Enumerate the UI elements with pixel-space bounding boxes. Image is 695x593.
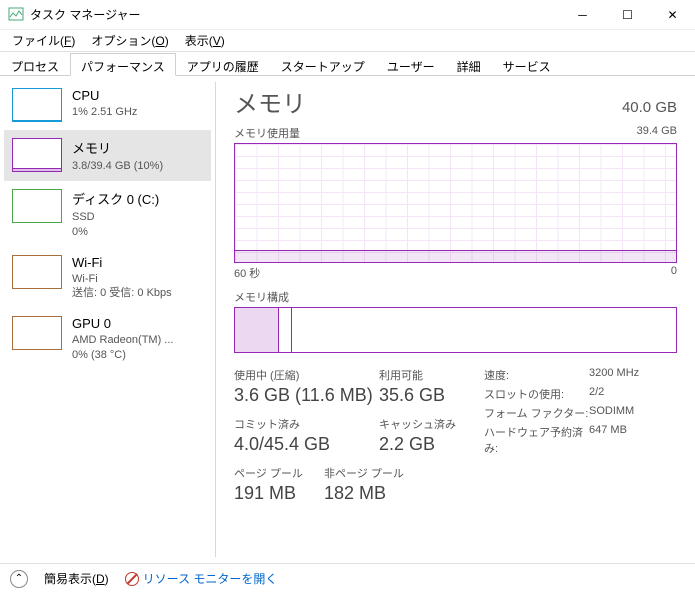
nonpaged-label: 非ページ プール [324, 465, 424, 481]
minimize-button[interactable]: ─ [560, 0, 605, 30]
mem-thumb [12, 138, 62, 172]
hw-v: 647 MB [589, 424, 627, 456]
sidebar-item-disk[interactable]: ディスク 0 (C:) SSD0% [4, 181, 211, 247]
detail-capacity: 40.0 GB [622, 99, 677, 116]
close-button[interactable]: ✕ [650, 0, 695, 30]
axis-right: 0 [671, 265, 677, 281]
title-bar: タスク マネージャー ─ ☐ ✕ [0, 0, 695, 30]
usage-max: 39.4 GB [637, 125, 677, 141]
hw-stats: 速度:3200 MHz スロットの使用:2/2 フォーム ファクター:SODIM… [484, 367, 639, 514]
prohibit-icon [125, 572, 139, 586]
tab-users[interactable]: ユーザー [376, 53, 446, 76]
detail-pane: メモリ 40.0 GB メモリ使用量 39.4 GB 60 秒 0 メモリ構成 使用… [216, 76, 695, 563]
sidebar-item-wifi[interactable]: Wi-FiWi-Fi送信: 0 受信: 0 Kbps [4, 247, 211, 309]
detail-title: メモリ [234, 84, 306, 119]
menu-view[interactable]: 表示(V) [177, 30, 233, 51]
disk-sub1: SSD [72, 210, 159, 224]
sidebar-item-memory[interactable]: メモリ 3.8/39.4 GB (10%) [4, 130, 211, 181]
disk-title: ディスク 0 (C:) [72, 189, 159, 208]
cpu-title: CPU [72, 88, 137, 103]
chevron-up-icon[interactable]: ⌃ [10, 570, 28, 588]
resource-monitor-link[interactable]: リソース モニターを開く [125, 570, 278, 587]
menu-options[interactable]: オプション(O) [83, 30, 176, 51]
wifi-sub1: Wi-Fi [72, 272, 172, 286]
footer: ⌃ 簡易表示(D) リソース モニターを開く [0, 563, 695, 593]
wifi-thumb [12, 255, 62, 289]
speed-k: 速度: [484, 367, 589, 383]
speed-v: 3200 MHz [589, 367, 639, 383]
tab-details[interactable]: 詳細 [446, 53, 492, 76]
inuse-label: 使用中 (圧縮) [234, 367, 379, 383]
gpu-thumb [12, 316, 62, 350]
usage-label: メモリ使用量 [234, 125, 300, 141]
commit-label: コミット済み [234, 416, 379, 432]
nonpaged-value: 182 MB [324, 483, 424, 504]
window-title: タスク マネージャー [30, 6, 560, 23]
memory-composition-graph [234, 307, 677, 353]
hw-k: ハードウェア予約済み: [484, 424, 589, 456]
cpu-thumb [12, 88, 62, 122]
disk-thumb [12, 189, 62, 223]
avail-value: 35.6 GB [379, 385, 479, 406]
gpu-sub1: AMD Radeon(TM) ... [72, 333, 173, 347]
tab-performance[interactable]: パフォーマンス [70, 53, 176, 76]
commit-value: 4.0/45.4 GB [234, 434, 379, 455]
cpu-sub: 1% 2.51 GHz [72, 105, 137, 119]
tab-services[interactable]: サービス [492, 53, 562, 76]
tab-processes[interactable]: プロセス [0, 53, 70, 76]
gpu-title: GPU 0 [72, 316, 173, 331]
sidebar-item-gpu[interactable]: GPU 0 AMD Radeon(TM) ...0% (38 °C) [4, 308, 211, 370]
avail-label: 利用可能 [379, 367, 479, 383]
paged-label: ページ プール [234, 465, 324, 481]
menu-bar: ファイル(F) オプション(O) 表示(V) [0, 30, 695, 52]
tab-startup[interactable]: スタートアップ [270, 53, 376, 76]
inuse-value: 3.6 GB (11.6 MB) [234, 385, 379, 406]
memory-usage-graph [234, 143, 677, 263]
mem-sub: 3.8/39.4 GB (10%) [72, 159, 163, 173]
tab-apphistory[interactable]: アプリの履歴 [176, 53, 270, 76]
cache-value: 2.2 GB [379, 434, 479, 455]
wifi-title: Wi-Fi [72, 255, 172, 270]
composition-label: メモリ構成 [234, 289, 289, 305]
app-icon [8, 7, 24, 23]
fewer-details-link[interactable]: 簡易表示(D) [44, 570, 109, 587]
paged-value: 191 MB [234, 483, 324, 504]
form-k: フォーム ファクター: [484, 405, 589, 421]
wifi-sub2: 送信: 0 受信: 0 Kbps [72, 286, 172, 300]
gpu-sub2: 0% (38 °C) [72, 348, 173, 362]
sidebar-item-cpu[interactable]: CPU 1% 2.51 GHz [4, 80, 211, 130]
slots-v: 2/2 [589, 386, 604, 402]
maximize-button[interactable]: ☐ [605, 0, 650, 30]
cache-label: キャッシュ済み [379, 416, 479, 432]
disk-sub2: 0% [72, 225, 159, 239]
sidebar: CPU 1% 2.51 GHz メモリ 3.8/39.4 GB (10%) ディスク… [0, 76, 215, 563]
mem-title: メモリ [72, 138, 163, 157]
slots-k: スロットの使用: [484, 386, 589, 402]
form-v: SODIMM [589, 405, 634, 421]
axis-left: 60 秒 [234, 265, 260, 281]
menu-file[interactable]: ファイル(F) [4, 30, 83, 51]
tab-bar: プロセス パフォーマンス アプリの履歴 スタートアップ ユーザー 詳細 サービス [0, 52, 695, 76]
